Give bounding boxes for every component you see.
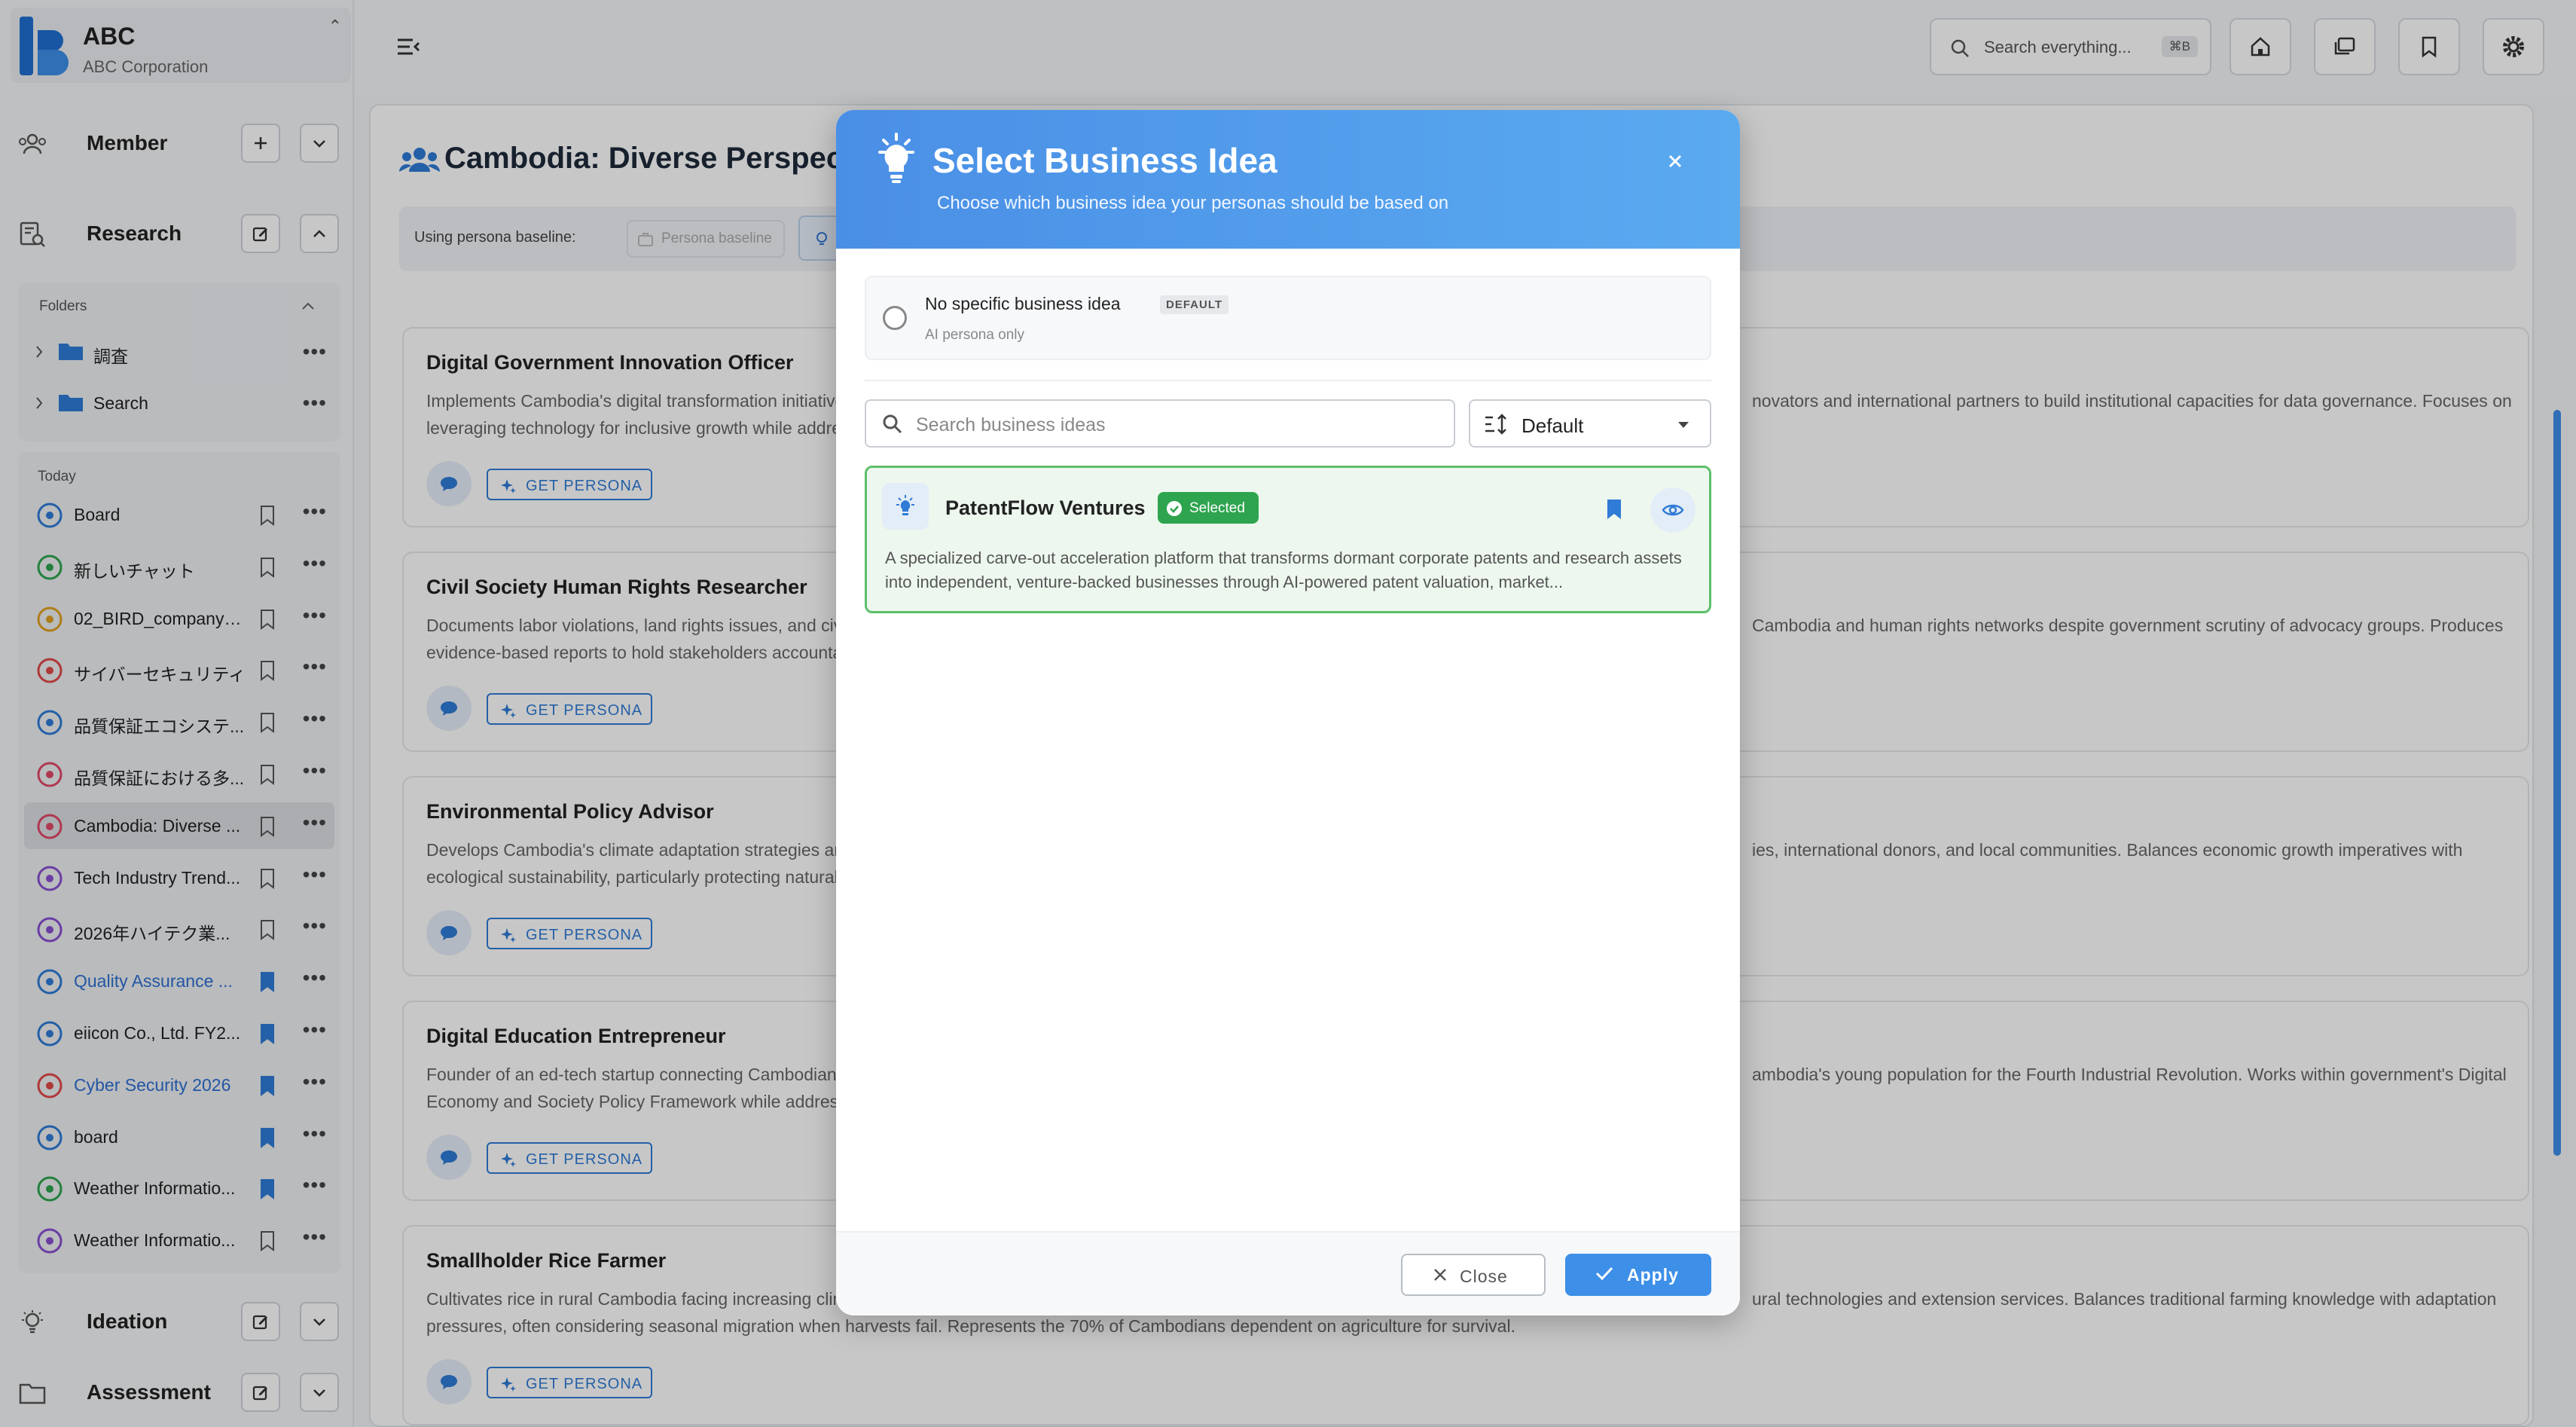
close-icon: [1434, 1269, 1446, 1281]
search-icon: [883, 414, 902, 434]
sort-icon: [1485, 414, 1506, 435]
no-business-idea-option[interactable]: No specific business idea DEFAULT AI per…: [865, 276, 1711, 360]
modal-title: Select Business Idea: [932, 141, 1277, 180]
business-idea-card[interactable]: PatentFlow Ventures Selected A specializ…: [865, 466, 1711, 613]
apply-button[interactable]: Apply: [1565, 1254, 1711, 1296]
radio-button[interactable]: [883, 306, 907, 330]
modal-subtitle: Choose which business idea your personas…: [937, 193, 1449, 213]
selected-badge: Selected: [1158, 492, 1259, 524]
lightbulb-icon: [878, 133, 914, 183]
search-placeholder: Search business ideas: [916, 414, 1106, 435]
default-badge: DEFAULT: [1160, 295, 1229, 314]
divider: [865, 380, 1711, 381]
option-label: No specific business idea: [925, 294, 1121, 313]
business-idea-description: A specialized carve-out acceleration pla…: [885, 548, 1682, 591]
modal-close-button[interactable]: [1660, 146, 1690, 176]
option-sublabel: AI persona only: [925, 327, 1025, 343]
close-button[interactable]: Close: [1401, 1254, 1546, 1296]
bookmark-icon[interactable]: [1605, 498, 1623, 521]
close-icon: [1668, 154, 1682, 168]
sort-select[interactable]: Default: [1469, 399, 1711, 448]
check-icon: [1595, 1267, 1613, 1281]
close-button-label: Close: [1460, 1267, 1508, 1286]
preview-button[interactable]: [1650, 487, 1695, 533]
check-circle-icon: [1167, 501, 1182, 516]
modal-header: Select Business Idea Choose which busine…: [836, 110, 1740, 249]
eye-icon: [1662, 504, 1684, 516]
select-business-idea-modal: Select Business Idea Choose which busine…: [836, 110, 1740, 1315]
apply-button-label: Apply: [1627, 1265, 1679, 1285]
selected-badge-label: Selected: [1189, 500, 1245, 516]
modal-footer: Close Apply: [836, 1231, 1740, 1315]
business-idea-name: PatentFlow Ventures: [945, 497, 1146, 519]
business-idea-search-input[interactable]: Search business ideas: [865, 399, 1455, 448]
lightbulb-icon: [882, 483, 929, 530]
sort-value: Default: [1521, 414, 1584, 437]
dropdown-arrow-icon: [1678, 422, 1689, 428]
